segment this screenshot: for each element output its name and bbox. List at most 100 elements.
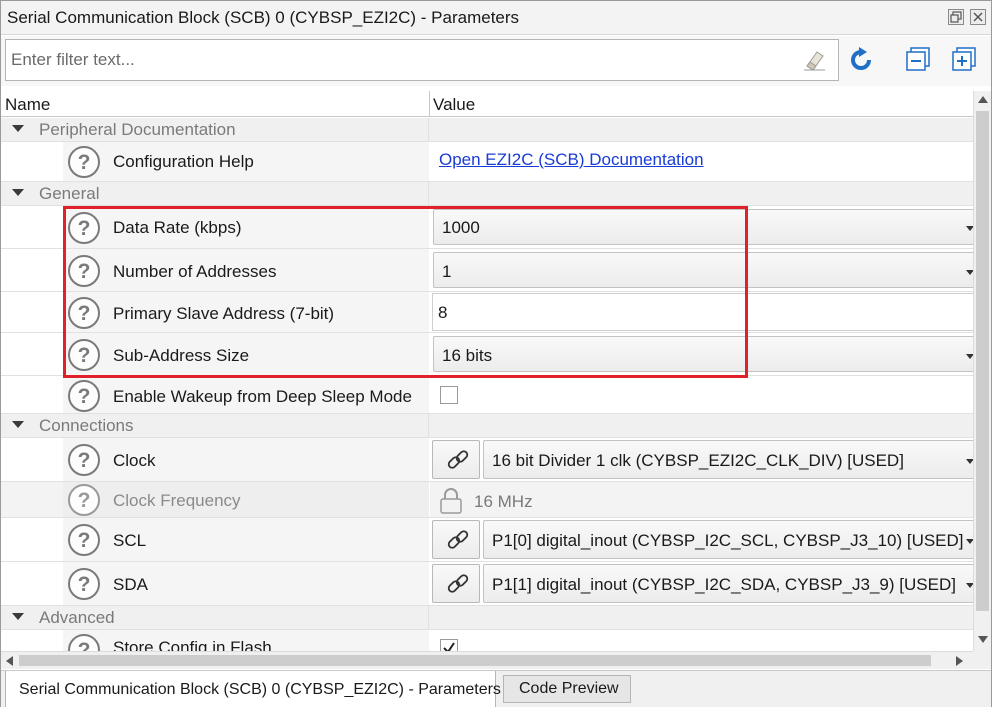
help-icon[interactable]: ? bbox=[67, 379, 101, 413]
sub-address-size-select[interactable]: 16 bits bbox=[433, 336, 973, 372]
help-icon[interactable]: ? bbox=[67, 523, 101, 557]
chevron-down-icon bbox=[966, 226, 973, 231]
param-label: SDA bbox=[113, 575, 148, 594]
svg-text:?: ? bbox=[78, 151, 91, 174]
scroll-left-icon[interactable] bbox=[6, 656, 13, 666]
documentation-link[interactable]: Open EZI2C (SCB) Documentation bbox=[439, 150, 704, 170]
restore-icon[interactable] bbox=[948, 9, 964, 25]
param-label: Primary Slave Address (7-bit) bbox=[113, 304, 335, 323]
help-icon[interactable]: ? bbox=[67, 254, 101, 288]
svg-text:?: ? bbox=[78, 260, 91, 283]
bottom-tab-bar: Serial Communication Block (SCB) 0 (CYBS… bbox=[1, 670, 991, 707]
param-row-sub-address-size: ? Sub-Address Size 16 bits bbox=[1, 333, 973, 376]
param-label: SCL bbox=[113, 531, 147, 550]
category-advanced[interactable]: Advanced bbox=[1, 606, 973, 630]
param-label: Store Config in Flash bbox=[113, 638, 272, 651]
scl-select[interactable]: P1[0] digital_inout (CYBSP_I2C_SCL, CYBS… bbox=[483, 520, 973, 559]
param-row-clock-frequency: ? Clock Frequency 16 MHz bbox=[1, 482, 973, 518]
help-icon[interactable]: ? bbox=[67, 443, 101, 477]
collapse-arrow-icon[interactable] bbox=[12, 613, 24, 620]
collapse-arrow-icon[interactable] bbox=[12, 421, 24, 428]
help-icon[interactable]: ? bbox=[67, 296, 101, 330]
collapse-all-icon[interactable] bbox=[905, 46, 933, 74]
help-icon[interactable]: ? bbox=[67, 483, 101, 517]
filter-input[interactable] bbox=[5, 39, 839, 81]
param-row-primary-slave-address: ? Primary Slave Address (7-bit) 8 bbox=[1, 292, 973, 333]
close-icon[interactable] bbox=[970, 9, 986, 25]
parameter-grid: Name Value Peripheral Documentation ? Co… bbox=[1, 91, 973, 651]
svg-text:?: ? bbox=[78, 573, 91, 596]
column-header-value[interactable]: Value bbox=[433, 95, 475, 115]
title-bar: Serial Communication Block (SCB) 0 (CYBS… bbox=[1, 1, 991, 35]
category-label: Advanced bbox=[39, 608, 115, 627]
primary-slave-address-field[interactable]: 8 bbox=[432, 293, 973, 331]
clock-frequency-value: 16 MHz bbox=[474, 492, 533, 511]
category-peripheral-documentation[interactable]: Peripheral Documentation bbox=[1, 118, 973, 142]
help-icon[interactable]: ? bbox=[67, 633, 101, 651]
param-label: Number of Addresses bbox=[113, 262, 277, 281]
clock-select[interactable]: 16 bit Divider 1 clk (CYBSP_EZI2C_CLK_DI… bbox=[483, 440, 973, 479]
expand-all-icon[interactable] bbox=[951, 46, 979, 74]
store-config-checkbox[interactable] bbox=[440, 639, 458, 651]
chain-link-icon bbox=[447, 574, 469, 593]
data-rate-select[interactable]: 1000 bbox=[433, 209, 973, 245]
category-general[interactable]: General bbox=[1, 182, 973, 206]
chevron-down-icon bbox=[966, 459, 973, 464]
category-connections[interactable]: Connections bbox=[1, 414, 973, 438]
chevron-down-icon bbox=[966, 583, 973, 588]
help-icon[interactable]: ? bbox=[67, 567, 101, 601]
param-label: Enable Wakeup from Deep Sleep Mode bbox=[113, 387, 412, 406]
param-row-enable-wakeup: ? Enable Wakeup from Deep Sleep Mode bbox=[1, 376, 973, 414]
category-label: Peripheral Documentation bbox=[39, 120, 236, 139]
help-icon[interactable]: ? bbox=[67, 211, 101, 245]
collapse-arrow-icon[interactable] bbox=[12, 189, 24, 196]
sda-select[interactable]: P1[1] digital_inout (CYBSP_I2C_SDA, CYBS… bbox=[483, 564, 973, 603]
column-header-name[interactable]: Name bbox=[5, 95, 50, 115]
svg-text:?: ? bbox=[78, 529, 91, 552]
scroll-thumb[interactable] bbox=[976, 111, 989, 611]
category-label: General bbox=[39, 184, 100, 203]
refresh-icon[interactable] bbox=[847, 46, 875, 74]
collapse-arrow-icon[interactable] bbox=[12, 125, 24, 132]
number-of-addresses-select[interactable]: 1 bbox=[433, 252, 973, 288]
param-row-number-of-addresses: ? Number of Addresses 1 bbox=[1, 249, 973, 292]
enable-wakeup-checkbox[interactable] bbox=[440, 386, 458, 404]
chevron-down-icon bbox=[966, 354, 973, 359]
chevron-down-icon bbox=[966, 539, 973, 544]
param-row-sda: ? SDA P1[1] digital_inout (CYBSP_I2C_SDA… bbox=[1, 562, 973, 606]
link-resource-button[interactable] bbox=[432, 564, 480, 603]
chain-link-icon bbox=[447, 450, 469, 469]
svg-text:?: ? bbox=[78, 302, 91, 325]
scroll-thumb[interactable] bbox=[19, 655, 931, 666]
scroll-right-icon[interactable] bbox=[956, 656, 963, 666]
svg-text:?: ? bbox=[78, 489, 91, 512]
clear-filter-icon[interactable] bbox=[801, 48, 827, 72]
param-row-clock: ? Clock 16 bit Divider 1 clk (CYBSP_EZI2… bbox=[1, 438, 973, 482]
scroll-up-icon[interactable] bbox=[978, 96, 988, 103]
link-resource-button[interactable] bbox=[432, 440, 480, 479]
param-row-scl: ? SCL P1[0] digital_inout (CYBSP_I2C_SCL… bbox=[1, 518, 973, 562]
param-row-store-config: ? Store Config in Flash bbox=[1, 630, 973, 651]
grid-header: Name Value bbox=[1, 91, 973, 117]
svg-text:?: ? bbox=[78, 344, 91, 367]
svg-text:?: ? bbox=[78, 449, 91, 472]
lock-icon bbox=[438, 487, 464, 515]
link-resource-button[interactable] bbox=[432, 520, 480, 559]
tab-code-preview[interactable]: Code Preview bbox=[503, 675, 631, 703]
tab-parameters[interactable]: Serial Communication Block (SCB) 0 (CYBS… bbox=[5, 671, 501, 707]
scroll-down-icon[interactable] bbox=[978, 636, 988, 643]
help-icon[interactable]: ? bbox=[67, 338, 101, 372]
parameters-window: Serial Communication Block (SCB) 0 (CYBS… bbox=[0, 0, 992, 707]
horizontal-scrollbar[interactable] bbox=[1, 651, 973, 669]
help-icon[interactable]: ? bbox=[67, 145, 101, 179]
window-title: Serial Communication Block (SCB) 0 (CYBS… bbox=[7, 8, 520, 27]
svg-text:?: ? bbox=[78, 639, 91, 651]
svg-text:?: ? bbox=[78, 217, 91, 240]
vertical-scrollbar[interactable] bbox=[973, 91, 991, 651]
param-label: Clock Frequency bbox=[113, 491, 241, 510]
chevron-down-icon bbox=[966, 270, 973, 275]
category-label: Connections bbox=[39, 416, 134, 435]
param-label: Data Rate (kbps) bbox=[113, 218, 242, 237]
chain-link-icon bbox=[447, 530, 469, 549]
param-label: Configuration Help bbox=[113, 152, 254, 171]
